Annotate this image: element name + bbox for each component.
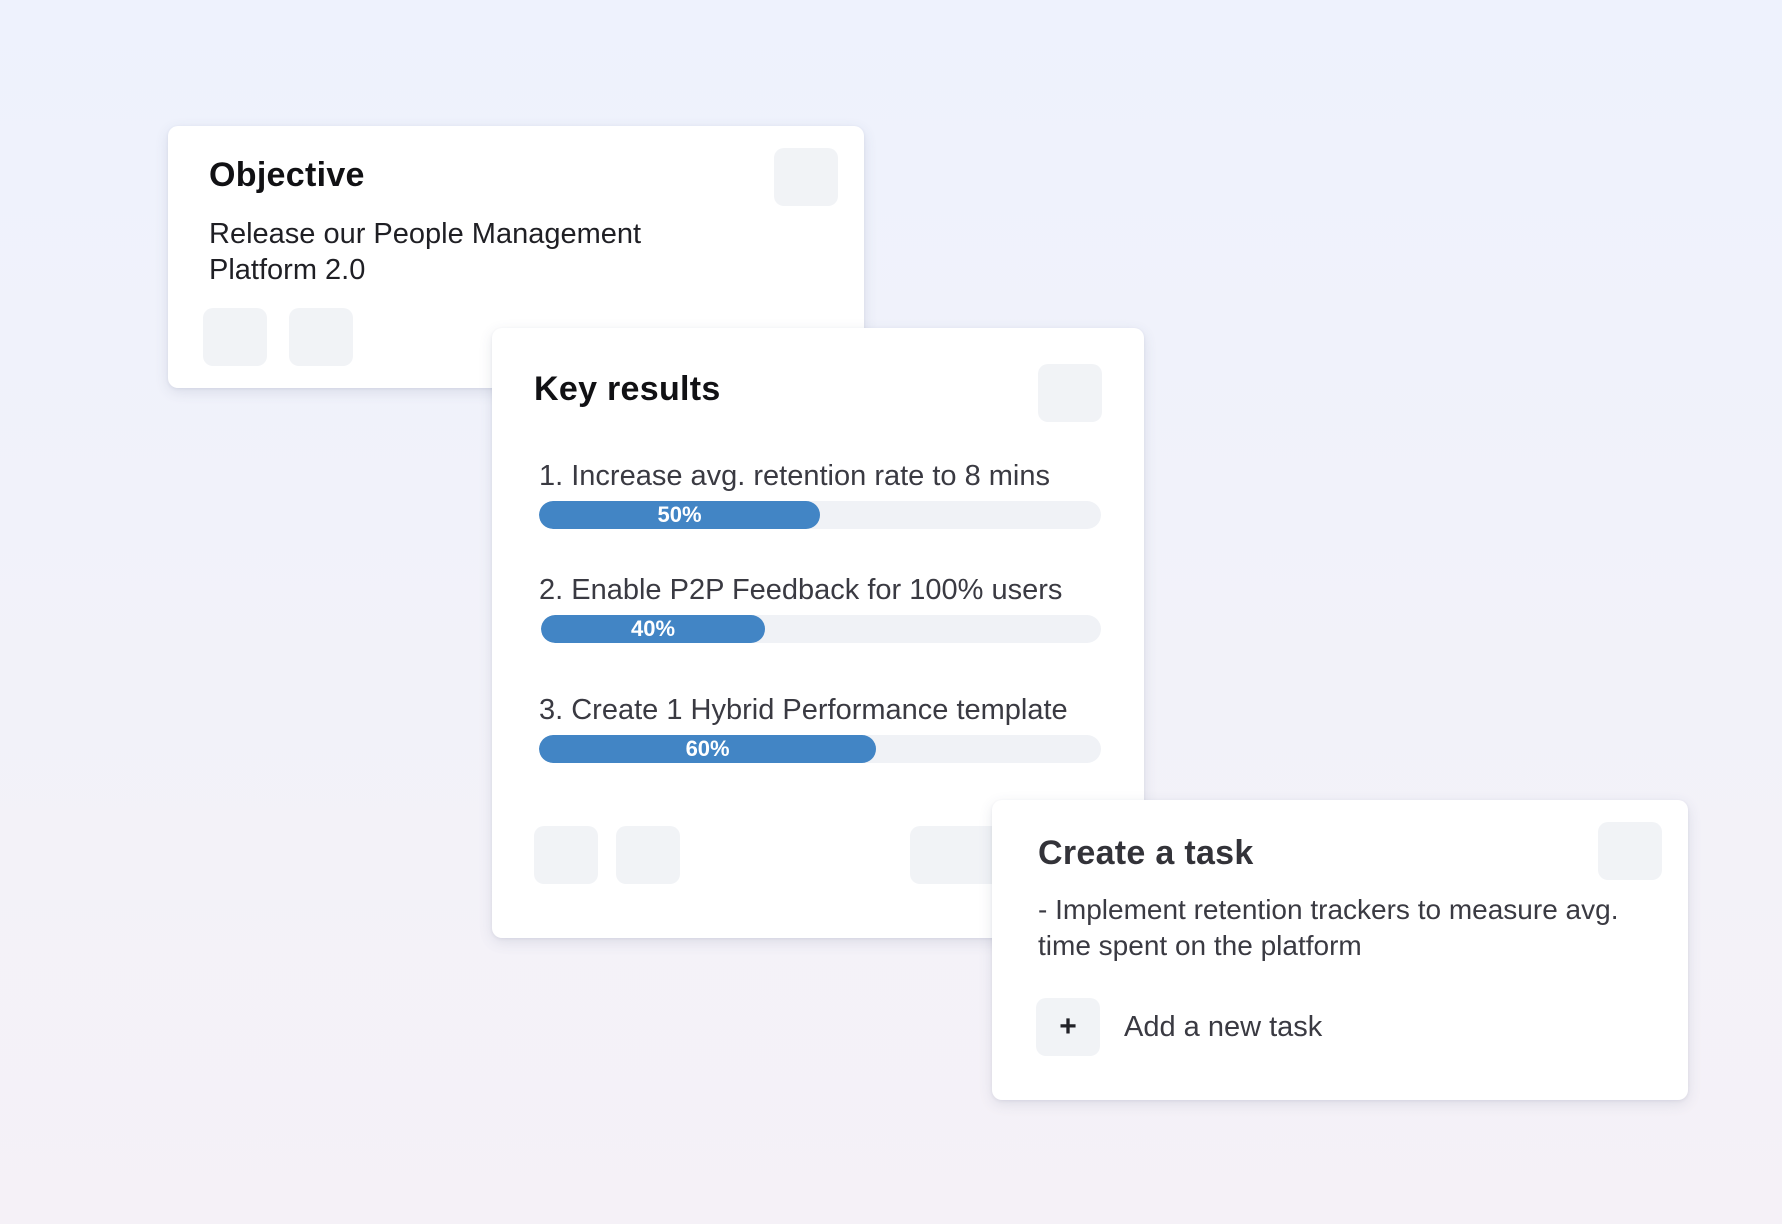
objective-description: Release our People Management Platform 2…	[209, 218, 642, 286]
create-task-card: Create a task - Implement retention trac…	[992, 800, 1688, 1100]
objective-action-placeholder-1[interactable]	[203, 308, 267, 366]
key-results-title: Key results	[534, 370, 721, 408]
key-results-action-placeholder-1[interactable]	[534, 826, 598, 884]
add-task-label[interactable]: Add a new task	[1124, 1010, 1322, 1044]
add-task-button[interactable]: +	[1036, 998, 1100, 1056]
task-item: - Implement retention trackers to measur…	[1038, 894, 1619, 961]
create-task-title: Create a task	[1038, 834, 1254, 872]
key-result-progress-fill: 60%	[539, 735, 877, 763]
key-result-item: 1. Increase avg. retention rate to 8 min…	[539, 459, 1109, 529]
key-result-progress-fill: 40%	[541, 615, 765, 643]
create-task-menu-placeholder[interactable]	[1598, 822, 1662, 880]
key-result-progress-track: 40%	[541, 615, 1101, 643]
key-result-progress-track: 60%	[539, 735, 1101, 763]
objective-action-placeholder-2[interactable]	[289, 308, 353, 366]
key-result-item: 3. Create 1 Hybrid Performance template …	[539, 693, 1109, 763]
key-result-progress-label: 50%	[657, 502, 702, 527]
key-results-menu-placeholder[interactable]	[1038, 364, 1102, 422]
objective-title: Objective	[209, 156, 365, 194]
objective-menu-placeholder[interactable]	[774, 148, 838, 206]
key-result-progress-label: 40%	[630, 616, 676, 641]
key-results-action-placeholder-2[interactable]	[616, 826, 680, 884]
key-result-progress-track: 50%	[539, 501, 1101, 529]
key-result-label: 2. Enable P2P Feedback for 100% users	[539, 574, 1063, 606]
key-result-item: 2. Enable P2P Feedback for 100% users 40…	[539, 573, 1109, 643]
key-result-progress-fill: 50%	[539, 501, 820, 529]
key-result-progress-label: 60%	[685, 736, 730, 761]
key-result-label: 3. Create 1 Hybrid Performance template	[539, 694, 1068, 726]
key-result-label: 1. Increase avg. retention rate to 8 min…	[539, 460, 1050, 492]
plus-icon: +	[1059, 1010, 1077, 1043]
